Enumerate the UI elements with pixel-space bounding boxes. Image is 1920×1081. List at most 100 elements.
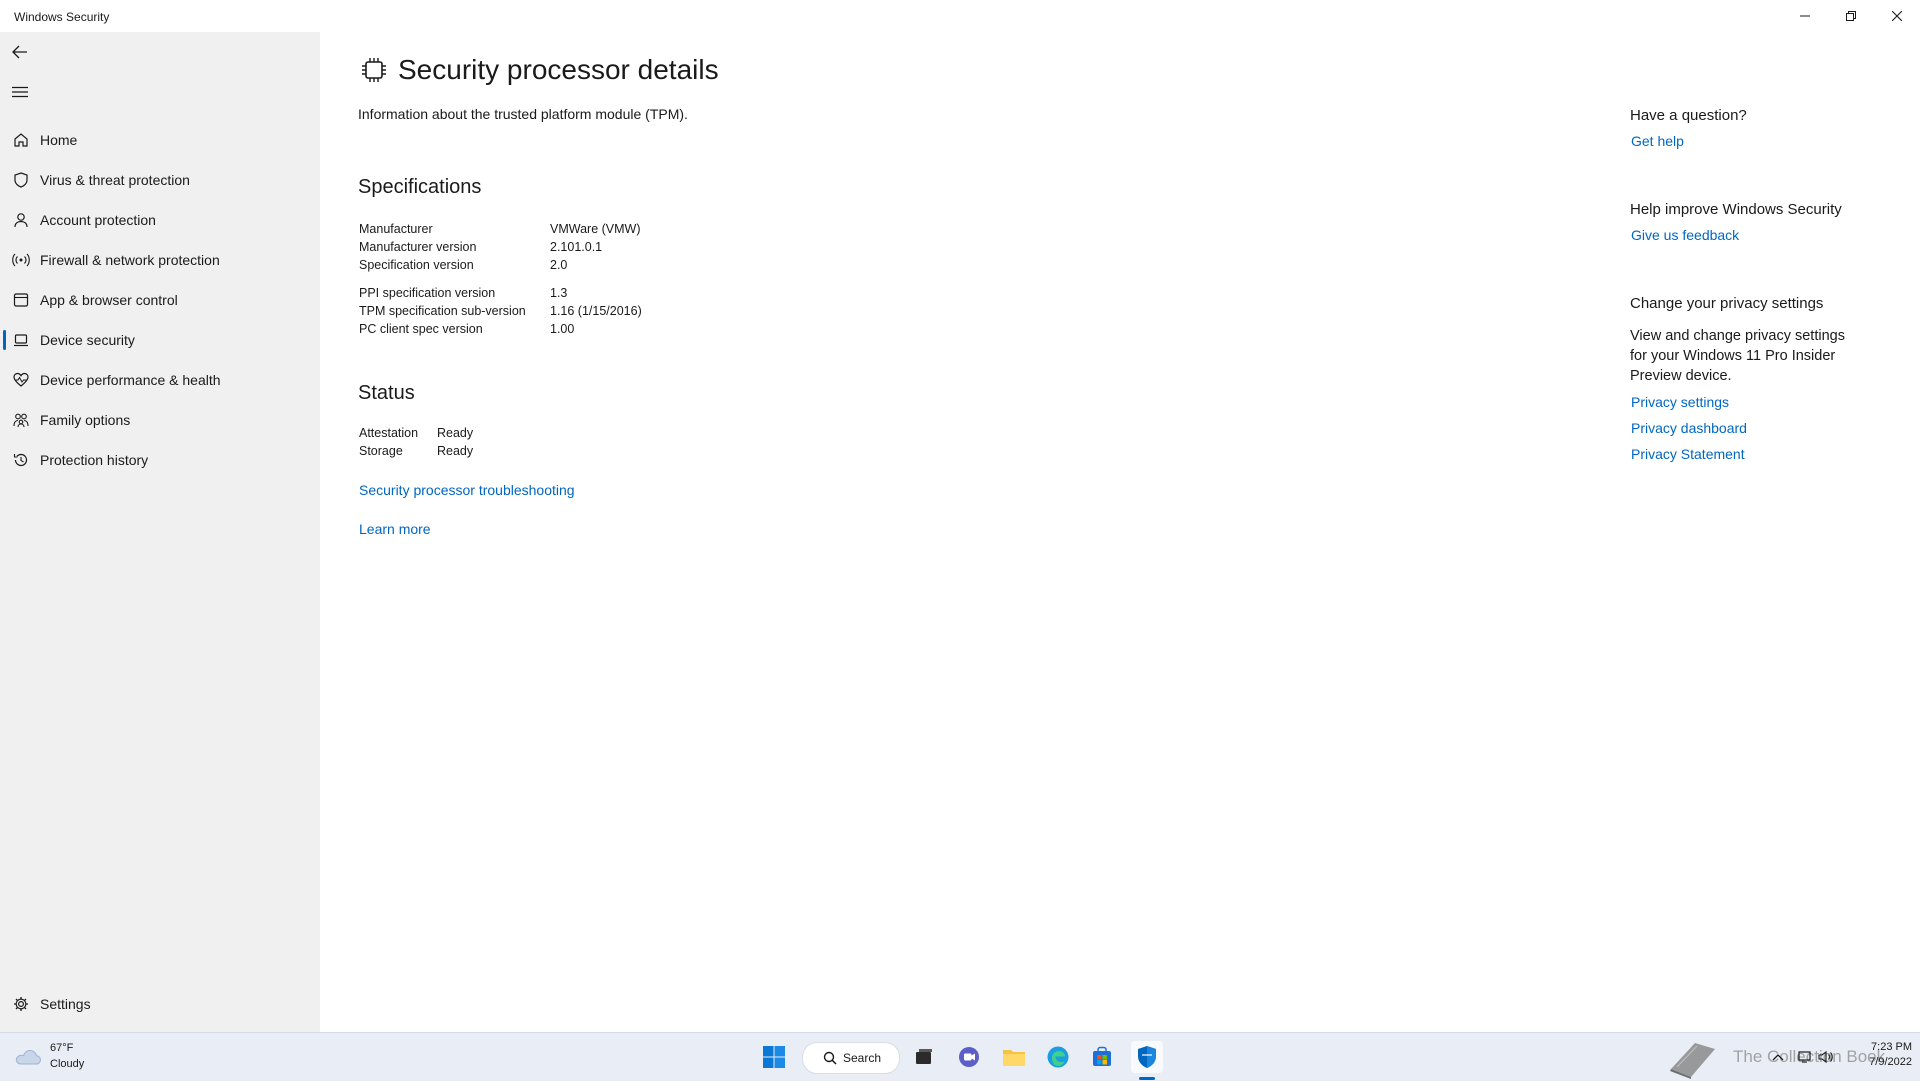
restore-button[interactable] <box>1828 0 1874 32</box>
file-explorer-button[interactable] <box>998 1041 1030 1073</box>
store-icon <box>1093 1046 1111 1066</box>
family-icon <box>12 411 30 429</box>
spec-value: VMWare (VMW) <box>550 222 641 236</box>
edge-browser-icon <box>1047 1046 1069 1068</box>
nav-item-app-browser[interactable]: App & browser control <box>0 280 320 320</box>
book-logo-icon <box>1670 1043 1715 1079</box>
nav-item-virus-threat-protection[interactable]: Virus & threat protection <box>0 160 320 200</box>
nav-label-firewall: Firewall & network protection <box>40 252 220 268</box>
nav-label-family: Family options <box>40 412 131 428</box>
spec-key: Manufacturer <box>359 222 433 236</box>
close-button[interactable] <box>1874 0 1920 32</box>
weather-temp: 67°F <box>50 1042 74 1054</box>
heart-icon <box>12 371 30 389</box>
privacy-heading: Change your privacy settings <box>1630 295 1824 312</box>
improve-heading: Help improve Windows Security <box>1630 201 1842 218</box>
taskbar-search[interactable]: Search <box>802 1042 900 1074</box>
nav-item-account-protection[interactable]: Account protection <box>0 200 320 240</box>
edge-button[interactable] <box>1042 1041 1074 1073</box>
spec-key: PC client spec version <box>359 322 483 336</box>
nav-item-device-security[interactable]: Device security <box>0 320 320 360</box>
windows-security-taskbar-button[interactable] <box>1131 1041 1163 1073</box>
system-clock[interactable]: 7:23 PM 7/9/2022 <box>1840 1040 1912 1070</box>
page-subtitle: Information about the trusted platform m… <box>358 106 688 122</box>
nav-label-virus: Virus & threat protection <box>40 172 190 188</box>
nav-label-history: Protection history <box>40 452 149 468</box>
spec-key: TPM specification sub-version <box>359 304 526 318</box>
hamburger-menu-icon <box>12 86 28 98</box>
spec-value: 1.00 <box>550 322 575 336</box>
gear-icon <box>12 995 30 1013</box>
spec-value: 2.0 <box>550 258 568 272</box>
teams-chat-icon <box>959 1047 979 1067</box>
start-button[interactable] <box>758 1041 790 1073</box>
nav-item-device-performance[interactable]: Device performance & health <box>0 360 320 400</box>
chat-button[interactable] <box>953 1041 985 1073</box>
nav-label-device-security: Device security <box>40 332 135 348</box>
back-button[interactable] <box>8 40 32 64</box>
windows-logo-icon <box>763 1046 785 1068</box>
status-value: Ready <box>437 444 474 458</box>
troubleshooting-link[interactable]: Security processor troubleshooting <box>359 482 575 498</box>
nav-item-settings[interactable]: Settings <box>0 984 320 1024</box>
title-bar: Windows Security <box>0 0 1920 32</box>
security-shield-icon <box>1138 1046 1156 1068</box>
home-icon <box>12 131 30 149</box>
nav-label-home: Home <box>40 132 78 148</box>
shield-icon <box>12 171 30 189</box>
volume-tray-icon[interactable] <box>1816 1045 1836 1069</box>
cloud-icon <box>15 1049 42 1065</box>
status-heading: Status <box>358 382 415 404</box>
network-tray-icon[interactable] <box>1796 1045 1816 1069</box>
learn-more-link[interactable]: Learn more <box>359 521 431 537</box>
nav-item-family-options[interactable]: Family options <box>0 400 320 440</box>
status-key: Attestation <box>359 426 419 440</box>
close-icon <box>1892 11 1902 21</box>
ethernet-icon <box>1798 1051 1811 1063</box>
privacy-settings-link[interactable]: Privacy settings <box>1631 394 1729 410</box>
restore-icon <box>1846 11 1856 21</box>
privacy-dashboard-link[interactable]: Privacy dashboard <box>1631 420 1747 436</box>
question-heading: Have a question? <box>1630 107 1747 124</box>
wifi-icon <box>12 251 30 269</box>
clock-date: 7/9/2022 <box>1869 1056 1912 1068</box>
nav-item-home[interactable]: Home <box>0 120 320 160</box>
spec-key: Specification version <box>359 258 474 272</box>
minimize-button[interactable] <box>1782 0 1828 32</box>
get-help-link[interactable]: Get help <box>1631 133 1684 149</box>
nav-label-device-performance: Device performance & health <box>40 372 221 388</box>
weather-widget[interactable]: 67°F Cloudy <box>14 1039 84 1075</box>
nav-item-firewall[interactable]: Firewall & network protection <box>0 240 320 280</box>
tray-overflow-button[interactable] <box>1768 1045 1788 1069</box>
spec-value: 1.16 (1/15/2016) <box>550 304 642 318</box>
spec-key: PPI specification version <box>359 286 496 300</box>
feedback-link[interactable]: Give us feedback <box>1631 227 1739 243</box>
nav-label-account: Account protection <box>40 212 156 228</box>
chevron-up-icon <box>1772 1054 1784 1061</box>
speaker-icon <box>1818 1050 1833 1064</box>
folder-icon <box>1003 1050 1025 1066</box>
clock-time: 7:23 PM <box>1871 1041 1912 1053</box>
back-arrow-icon <box>12 45 27 59</box>
minimize-icon <box>1800 15 1810 17</box>
selection-indicator <box>3 330 6 350</box>
search-label: Search <box>843 1051 882 1065</box>
store-button[interactable] <box>1086 1041 1118 1073</box>
task-view-icon <box>916 1049 932 1064</box>
menu-button[interactable] <box>8 80 32 104</box>
task-view-button[interactable] <box>908 1041 940 1073</box>
spec-value: 1.3 <box>550 286 568 300</box>
privacy-statement-link[interactable]: Privacy Statement <box>1631 446 1745 462</box>
weather-condition: Cloudy <box>50 1058 85 1070</box>
nav-item-protection-history[interactable]: Protection history <box>0 440 320 480</box>
status-value: Ready <box>437 426 474 440</box>
status-key: Storage <box>359 444 403 458</box>
taskbar: 67°F Cloudy Search The Collection Book 7… <box>0 1032 1920 1081</box>
nav-label-settings: Settings <box>40 996 91 1012</box>
window-title: Windows Security <box>14 10 110 24</box>
sidebar: Home Virus & threat protection Account p… <box>0 32 320 1032</box>
specifications-heading: Specifications <box>358 176 482 198</box>
spec-value: 2.101.0.1 <box>550 240 603 254</box>
laptop-icon <box>12 331 30 349</box>
app-window-icon <box>12 291 30 309</box>
